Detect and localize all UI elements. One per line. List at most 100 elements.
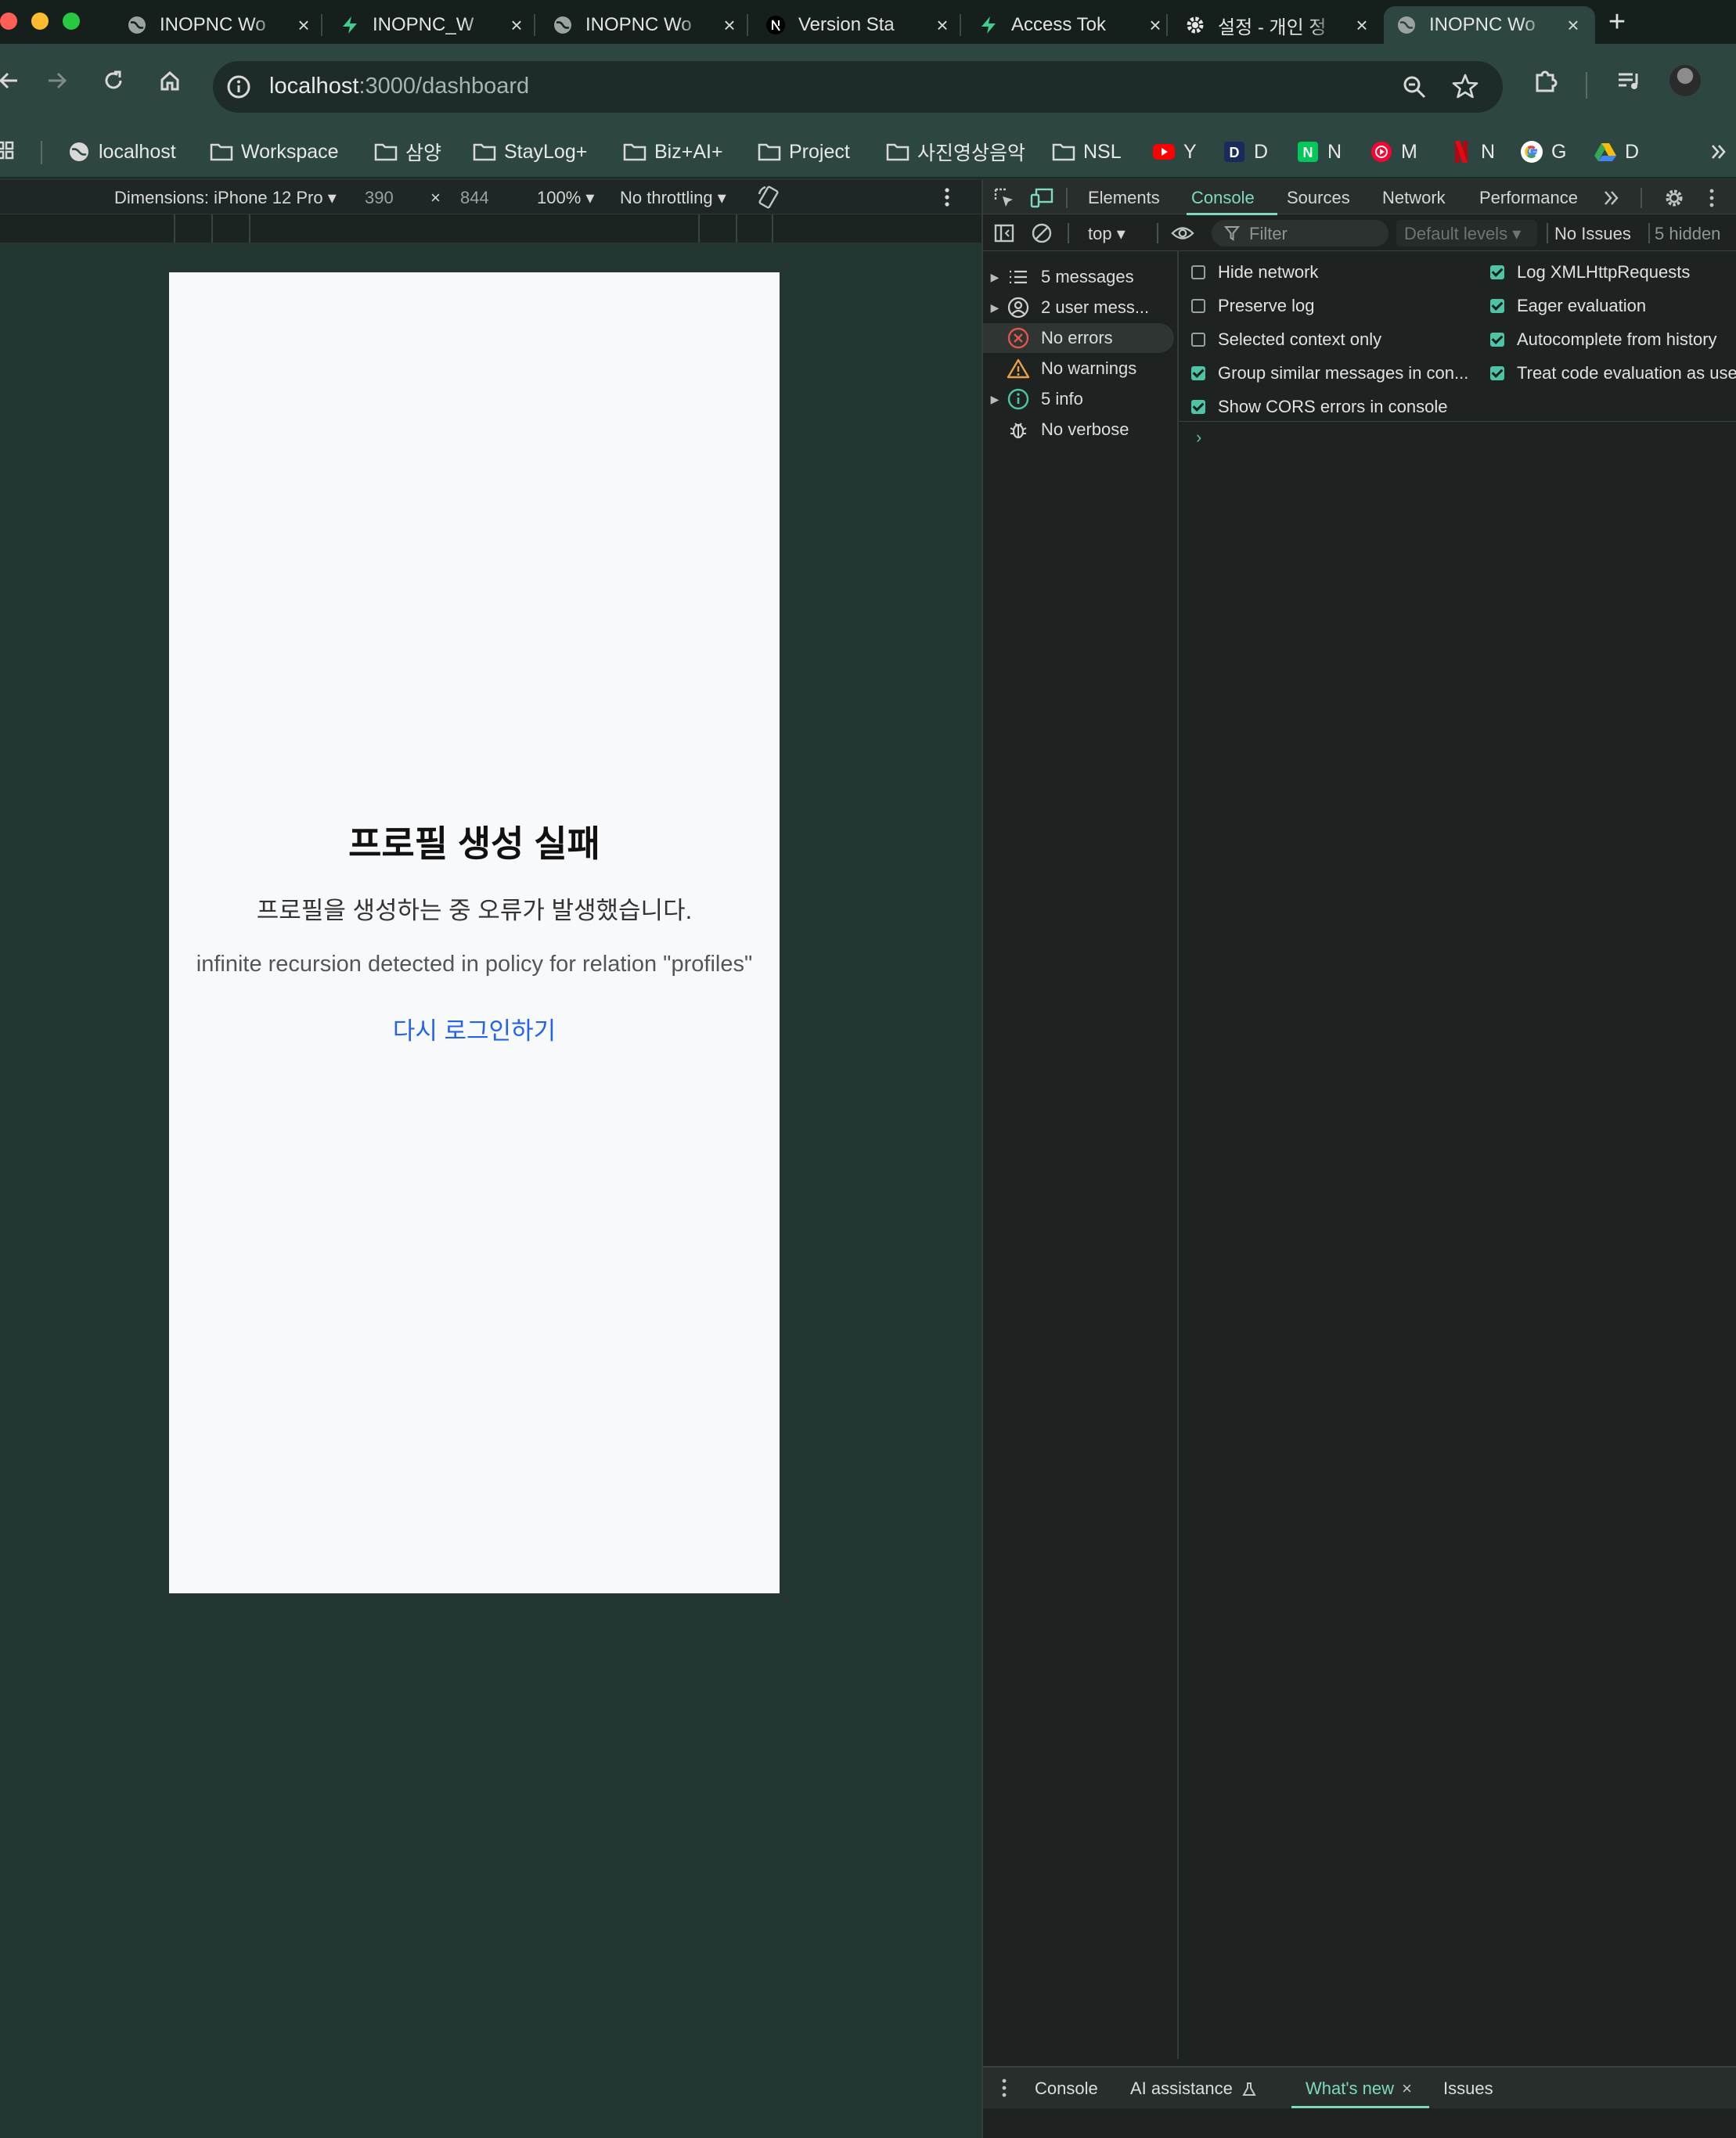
checkbox[interactable] xyxy=(1191,366,1205,380)
checkbox[interactable] xyxy=(1191,265,1205,279)
autocomplete-history-checkbox[interactable]: Autocomplete from history xyxy=(1490,328,1717,351)
browser-tab[interactable]: INOPNC_W × xyxy=(327,6,538,44)
drawer-tab-console[interactable]: Console xyxy=(1035,2079,1098,2099)
expand-arrow-icon[interactable]: ▶ xyxy=(983,301,1007,315)
extensions-button[interactable] xyxy=(1526,61,1565,100)
settings-gear-icon[interactable] xyxy=(1662,186,1686,210)
log-xhr-checkbox[interactable]: Log XMLHttpRequests xyxy=(1490,261,1690,284)
sidebar-item-errors[interactable]: No errors xyxy=(983,323,1174,353)
inspect-element-icon[interactable] xyxy=(992,186,1016,210)
filter-input[interactable]: Filter xyxy=(1212,220,1388,247)
live-expression-eye-icon[interactable] xyxy=(1171,221,1194,245)
relogin-link[interactable]: 다시 로그인하기 xyxy=(169,1011,780,1046)
rotate-icon[interactable] xyxy=(756,185,781,214)
close-tab-icon[interactable]: × xyxy=(1562,14,1584,36)
apps-button[interactable] xyxy=(0,136,17,167)
close-tab-icon[interactable]: × xyxy=(1144,14,1166,36)
device-select[interactable]: Dimensions: iPhone 12 Pro ▾ xyxy=(114,188,337,208)
browser-tab-active[interactable]: INOPNC Wo × xyxy=(1384,6,1595,44)
cors-errors-checkbox[interactable]: Show CORS errors in console xyxy=(1191,395,1447,419)
drawer-tab-issues[interactable]: Issues xyxy=(1443,2079,1493,2099)
zoom-select[interactable]: 100% ▾ xyxy=(537,188,594,208)
checkbox[interactable] xyxy=(1490,265,1504,279)
close-tab-icon[interactable]: × xyxy=(931,14,953,36)
tab-performance[interactable]: Performance xyxy=(1479,188,1578,208)
close-tab-icon[interactable]: × xyxy=(719,14,740,36)
zoom-window-button[interactable] xyxy=(63,13,80,30)
context-select[interactable]: top ▾ xyxy=(1088,224,1126,244)
tab-elements[interactable]: Elements xyxy=(1088,188,1160,208)
browser-tab[interactable]: Version Sta × xyxy=(753,6,964,44)
devtools-menu-icon[interactable] xyxy=(1700,186,1723,210)
device-mode-icon[interactable] xyxy=(1030,186,1053,210)
bookmarks-overflow-button[interactable] xyxy=(1709,136,1728,167)
close-window-button[interactable] xyxy=(0,13,17,30)
height-input[interactable]: 844 xyxy=(460,188,489,208)
checkbox[interactable] xyxy=(1191,299,1205,313)
tab-console[interactable]: Console xyxy=(1191,188,1255,208)
clear-console-icon[interactable] xyxy=(1030,221,1053,245)
checkbox[interactable] xyxy=(1490,366,1504,380)
site-info-icon[interactable] xyxy=(225,74,252,104)
sidebar-item-verbose[interactable]: No verbose xyxy=(983,415,1179,445)
sidebar-item-warnings[interactable]: No warnings xyxy=(983,354,1179,383)
sidebar-item-user-messages[interactable]: ▶ 2 user mess... xyxy=(983,293,1179,322)
bookmark-youtube[interactable]: Y xyxy=(1152,136,1197,167)
drawer-tab-ai-assistance[interactable]: AI assistance xyxy=(1130,2079,1256,2099)
new-tab-button[interactable]: + xyxy=(1601,6,1633,38)
profile-button[interactable] xyxy=(1666,61,1705,100)
close-tab-icon[interactable]: × xyxy=(506,14,528,36)
checkbox[interactable] xyxy=(1191,400,1205,414)
reload-button[interactable] xyxy=(94,61,133,100)
width-input[interactable]: 390 xyxy=(365,188,394,208)
bookmark-drive[interactable]: D xyxy=(1594,136,1639,167)
address-bar[interactable]: localhost:3000/dashboard xyxy=(213,61,1503,113)
home-button[interactable] xyxy=(150,61,189,100)
tab-sources[interactable]: Sources xyxy=(1287,188,1350,208)
browser-tab[interactable]: INOPNC Wo × xyxy=(114,6,326,44)
minimize-window-button[interactable] xyxy=(31,13,49,30)
back-button[interactable] xyxy=(0,61,28,100)
browser-tab[interactable]: Access Tok × xyxy=(966,6,1177,44)
sidebar-item-info[interactable]: ▶ 5 info xyxy=(983,384,1179,414)
bookmark-folder[interactable]: 삼양 xyxy=(374,136,441,167)
hide-network-checkbox[interactable]: Hide network xyxy=(1191,261,1318,284)
close-tab-icon[interactable]: × xyxy=(293,14,315,36)
more-tabs-icon[interactable] xyxy=(1600,186,1623,210)
log-levels-select[interactable]: Default levels ▾ xyxy=(1396,220,1537,247)
bookmark-google[interactable]: G xyxy=(1520,136,1566,167)
checkbox[interactable] xyxy=(1191,333,1205,347)
issues-counter[interactable]: No Issues xyxy=(1554,224,1631,244)
bookmark-d[interactable]: D D xyxy=(1223,136,1268,167)
bookmark-folder[interactable]: 사진영상음악 xyxy=(886,136,1025,167)
preserve-log-checkbox[interactable]: Preserve log xyxy=(1191,294,1315,318)
bookmark-localhost[interactable]: localhost xyxy=(67,136,176,167)
expand-arrow-icon[interactable]: ▶ xyxy=(983,393,1007,406)
more-options-icon[interactable] xyxy=(939,186,955,212)
bookmark-folder[interactable]: NSL xyxy=(1052,136,1122,167)
zoom-icon[interactable] xyxy=(1401,74,1428,104)
close-tab-icon[interactable]: × xyxy=(1351,14,1373,36)
treat-code-evaluation-checkbox[interactable]: Treat code evaluation as use xyxy=(1490,362,1736,385)
bookmark-folder[interactable]: StayLog+ xyxy=(473,136,587,167)
sidebar-toggle-icon[interactable] xyxy=(992,221,1016,245)
browser-tab[interactable]: INOPNC Wo × xyxy=(540,6,751,44)
drawer-menu-icon[interactable] xyxy=(999,2077,1010,2103)
expand-arrow-icon[interactable]: ▶ xyxy=(983,271,1007,284)
browser-tab[interactable]: 설정 - 개인 정 × xyxy=(1172,6,1384,44)
forward-button[interactable] xyxy=(38,61,77,100)
bookmark-folder[interactable]: Workspace xyxy=(210,136,339,167)
media-controls-button[interactable] xyxy=(1609,61,1648,100)
throttling-select[interactable]: No throttling ▾ xyxy=(620,188,726,208)
star-icon[interactable] xyxy=(1451,72,1479,104)
checkbox[interactable] xyxy=(1490,333,1504,347)
bookmark-music[interactable]: M xyxy=(1370,136,1417,167)
media-query-ruler[interactable] xyxy=(0,214,981,243)
sidebar-item-messages[interactable]: ▶ 5 messages xyxy=(983,262,1179,292)
bookmark-naver[interactable]: N N xyxy=(1296,136,1342,167)
bookmark-folder[interactable]: Biz+AI+ xyxy=(623,136,723,167)
eager-evaluation-checkbox[interactable]: Eager evaluation xyxy=(1490,294,1646,318)
drawer-tab-whats-new[interactable]: What's new × xyxy=(1306,2079,1412,2099)
group-similar-checkbox[interactable]: Group similar messages in con... xyxy=(1191,362,1468,385)
tab-network[interactable]: Network xyxy=(1382,188,1446,208)
